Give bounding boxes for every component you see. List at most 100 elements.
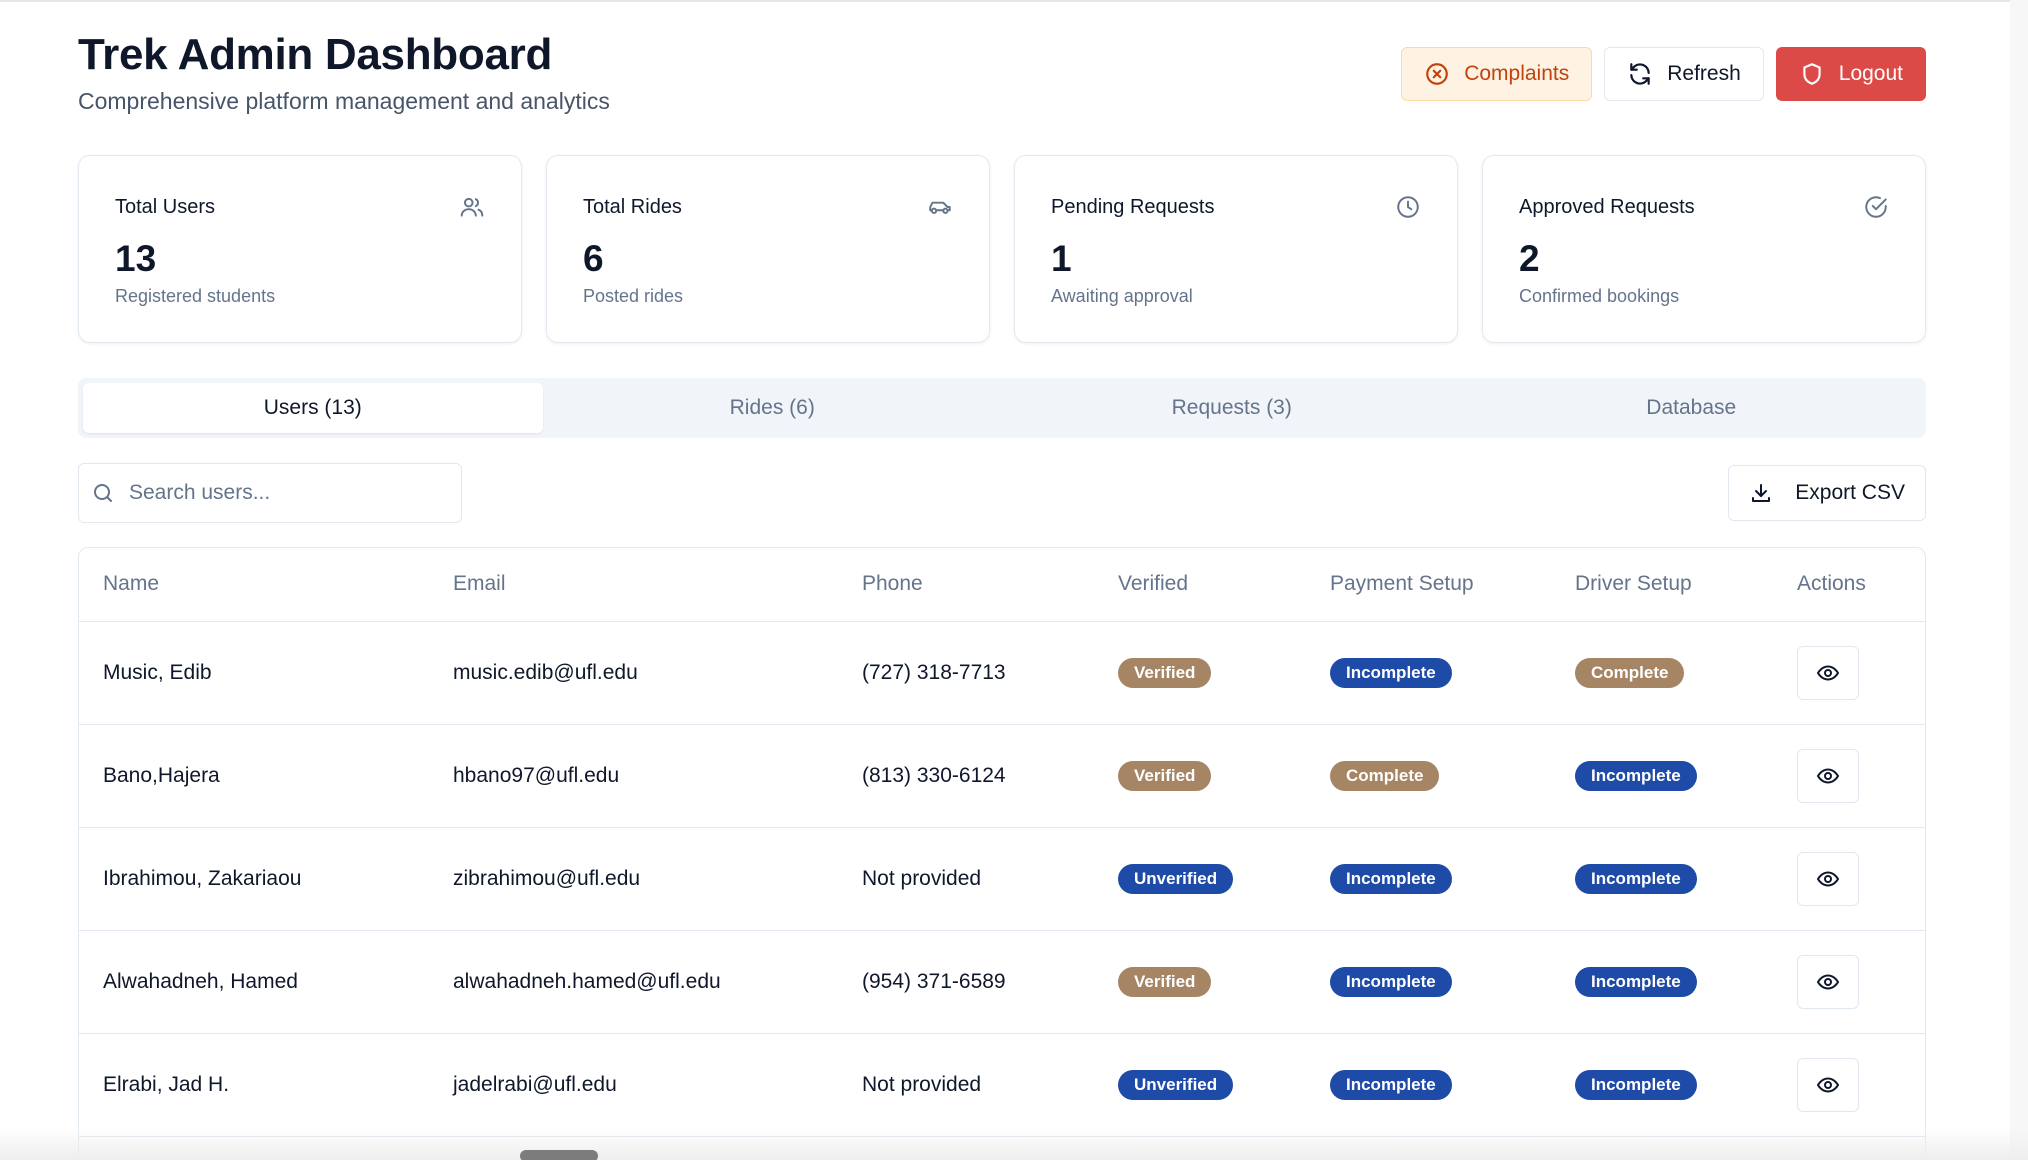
tab-rides[interactable]: Rides (6) xyxy=(543,383,1003,433)
car-icon xyxy=(929,201,951,214)
verified-badge: Unverified xyxy=(1118,1069,1234,1100)
export-csv-label: Export CSV xyxy=(1795,481,1905,504)
users-icon xyxy=(460,197,484,217)
user-name: Music, Edib xyxy=(103,660,212,684)
payment-status-badge: Complete xyxy=(1330,760,1440,791)
payment-status-badge: Incomplete xyxy=(1330,863,1452,894)
column-header-email[interactable]: Email xyxy=(429,548,838,622)
search-icon xyxy=(94,484,112,502)
view-user-button[interactable] xyxy=(1797,1057,1859,1112)
table-row[interactable]: Elrabi, Jad H. jadelrabi@ufl.edu Not pro… xyxy=(79,1033,1925,1136)
stat-title: Total Rides xyxy=(583,196,682,218)
column-header-actions: Actions xyxy=(1773,548,1925,622)
verified-badge: Verified xyxy=(1118,966,1212,997)
page-title: Trek Admin Dashboard xyxy=(78,30,553,79)
user-name: Bano,Hajera xyxy=(103,763,220,787)
column-header-driver-setup[interactable]: Driver Setup xyxy=(1551,548,1773,622)
window-top-border xyxy=(0,0,2028,2)
view-user-button[interactable] xyxy=(1797,851,1859,906)
stat-card-pending-requests: Pending Requests 1 Awaiting approval xyxy=(1014,155,1458,343)
payment-status-badge: Incomplete xyxy=(1330,1069,1452,1100)
view-user-button[interactable] xyxy=(1797,748,1859,803)
stat-title: Pending Requests xyxy=(1051,196,1215,218)
horizontal-scrollbar-thumb[interactable] xyxy=(520,1150,598,1160)
x-circle-icon xyxy=(1426,63,1449,85)
verified-badge: Verified xyxy=(1118,760,1212,791)
view-user-button[interactable] xyxy=(1797,645,1859,700)
users-table: Name Email Phone Verified Payment Setup … xyxy=(79,548,1925,1137)
user-phone: (727) 318-7713 xyxy=(862,660,1006,684)
column-header-verified[interactable]: Verified xyxy=(1094,548,1306,622)
logout-button[interactable]: Logout xyxy=(1775,47,1926,101)
eye-icon xyxy=(1816,664,1840,681)
table-header-row: Name Email Phone Verified Payment Setup … xyxy=(79,548,1925,622)
user-name: Alwahadneh, Hamed xyxy=(103,969,298,993)
stat-card-total-users: Total Users 13 Registered students xyxy=(78,155,522,343)
eye-icon xyxy=(1816,767,1840,784)
export-csv-button[interactable]: Export CSV xyxy=(1728,465,1926,521)
user-email: zibrahimou@ufl.edu xyxy=(453,866,641,890)
tab-database[interactable]: Database xyxy=(1462,383,1922,433)
stat-card-total-rides: Total Rides 6 Posted rides xyxy=(546,155,990,343)
stat-value: 2 xyxy=(1519,238,1540,279)
header-actions: Complaints Refresh Logout xyxy=(1401,47,1926,101)
table-row[interactable]: Bano,Hajera hbano97@ufl.edu (813) 330-61… xyxy=(79,724,1925,827)
user-name: Elrabi, Jad H. xyxy=(103,1072,230,1096)
table-row[interactable]: Alwahadneh, Hamed alwahadneh.hamed@ufl.e… xyxy=(79,930,1925,1033)
users-table-container: Name Email Phone Verified Payment Setup … xyxy=(78,547,1926,1160)
payment-status-badge: Incomplete xyxy=(1330,657,1452,688)
page-header: Trek Admin Dashboard Comprehensive platf… xyxy=(78,30,1926,120)
stat-description: Awaiting approval xyxy=(1051,286,1193,306)
user-email: music.edib@ufl.edu xyxy=(453,660,638,684)
driver-status-badge: Incomplete xyxy=(1575,863,1697,894)
search-input[interactable] xyxy=(129,481,449,505)
eye-icon xyxy=(1816,1076,1840,1093)
shield-icon xyxy=(1803,63,1821,85)
search-box xyxy=(78,463,462,523)
stat-description: Registered students xyxy=(115,286,276,306)
clock-icon xyxy=(1397,196,1419,218)
check-circle-icon xyxy=(1865,196,1887,218)
window-right-edge xyxy=(2010,0,2028,1160)
view-user-button[interactable] xyxy=(1797,954,1859,1009)
column-header-name[interactable]: Name xyxy=(79,548,429,622)
bottom-fade xyxy=(0,1128,2028,1160)
refresh-icon xyxy=(1630,63,1650,85)
refresh-label: Refresh xyxy=(1667,62,1741,85)
column-header-phone[interactable]: Phone xyxy=(838,548,1094,622)
stat-value: 13 xyxy=(115,238,157,279)
stat-description: Confirmed bookings xyxy=(1519,286,1680,306)
stat-title: Approved Requests xyxy=(1519,196,1695,218)
user-email: jadelrabi@ufl.edu xyxy=(453,1072,617,1096)
eye-icon xyxy=(1816,973,1840,990)
logout-label: Logout xyxy=(1838,62,1903,85)
complaints-button[interactable]: Complaints xyxy=(1401,47,1593,101)
table-row[interactable]: Ibrahimou, Zakariaou zibrahimou@ufl.edu … xyxy=(79,827,1925,930)
column-header-payment-setup[interactable]: Payment Setup xyxy=(1306,548,1551,622)
tab-requests[interactable]: Requests (3) xyxy=(1002,383,1462,433)
driver-status-badge: Complete xyxy=(1575,657,1685,688)
stat-value: 1 xyxy=(1051,238,1072,279)
driver-status-badge: Incomplete xyxy=(1575,760,1697,791)
verified-badge: Verified xyxy=(1118,657,1212,688)
complaints-label: Complaints xyxy=(1464,62,1570,85)
user-email: hbano97@ufl.edu xyxy=(453,763,620,787)
eye-icon xyxy=(1816,870,1840,887)
refresh-button[interactable]: Refresh xyxy=(1604,47,1764,101)
driver-status-badge: Incomplete xyxy=(1575,966,1697,997)
table-row[interactable]: Music, Edib music.edib@ufl.edu (727) 318… xyxy=(79,621,1925,724)
user-name: Ibrahimou, Zakariaou xyxy=(103,866,302,890)
driver-status-badge: Incomplete xyxy=(1575,1069,1697,1100)
stat-card-approved-requests: Approved Requests 2 Confirmed bookings xyxy=(1482,155,1926,343)
stat-value: 6 xyxy=(583,238,604,279)
stat-description: Posted rides xyxy=(583,286,684,306)
user-phone: (813) 330-6124 xyxy=(862,763,1006,787)
stats-row: Total Users 13 Registered students Total… xyxy=(78,155,1926,343)
download-icon xyxy=(1752,484,1771,502)
page-subtitle: Comprehensive platform management and an… xyxy=(78,88,610,114)
tab-users[interactable]: Users (13) xyxy=(83,383,543,433)
user-phone: Not provided xyxy=(862,866,982,890)
payment-status-badge: Incomplete xyxy=(1330,966,1452,997)
tab-bar: Users (13) Rides (6) Requests (3) Databa… xyxy=(78,378,1926,438)
stat-title: Total Users xyxy=(115,196,216,218)
